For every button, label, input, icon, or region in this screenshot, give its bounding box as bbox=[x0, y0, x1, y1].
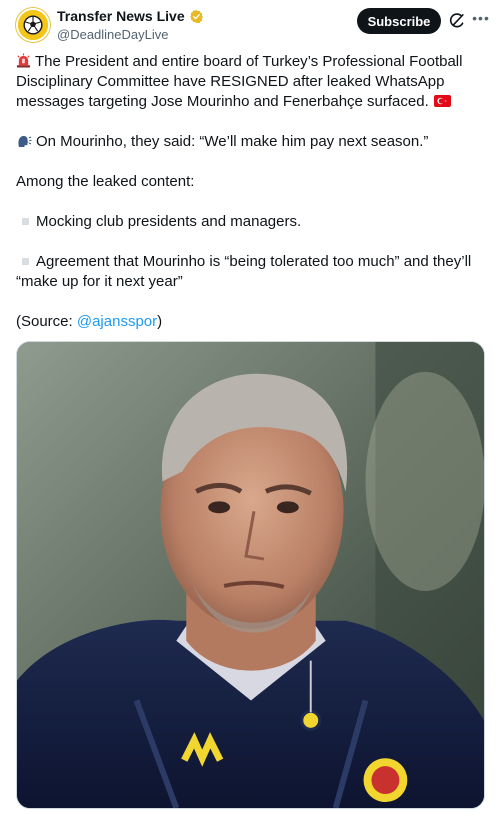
author-block[interactable]: Transfer News Live @DeadlineDayLive bbox=[57, 8, 204, 43]
tweet-photo[interactable] bbox=[16, 341, 485, 809]
tweet-header: Transfer News Live @DeadlineDayLive Subs… bbox=[0, 0, 500, 48]
speaking-head-icon bbox=[16, 133, 32, 149]
tweet-paragraph-3: Among the leaked content: bbox=[16, 173, 195, 190]
source-prefix: (Source: bbox=[16, 313, 77, 330]
bullet-icon bbox=[22, 257, 29, 265]
author-name[interactable]: Transfer News Live bbox=[57, 8, 204, 25]
more-options-icon[interactable]: ••• bbox=[470, 9, 492, 31]
bullet-1-text: Mocking club presidents and managers. bbox=[36, 213, 302, 230]
bullet-icon bbox=[22, 217, 29, 225]
verified-badge-icon bbox=[189, 9, 204, 24]
paragraph-2-text: On Mourinho, they said: “We’ll make him … bbox=[36, 133, 429, 150]
tweet-bullet-2: Agreement that Mourinho is “being tolera… bbox=[16, 252, 488, 292]
author-display-name[interactable]: Transfer News Live bbox=[57, 8, 185, 25]
bullet-2-text: Agreement that Mourinho is “being tolera… bbox=[16, 253, 472, 290]
tweet-paragraph-2: On Mourinho, they said: “We’ll make him … bbox=[16, 132, 488, 152]
grok-icon[interactable] bbox=[448, 12, 466, 30]
paragraph-1-text: The President and entire board of Turkey… bbox=[16, 53, 463, 110]
tweet-source: (Source: @ajansspor) bbox=[16, 312, 488, 332]
siren-icon bbox=[16, 53, 31, 68]
author-handle[interactable]: @DeadlineDayLive bbox=[57, 26, 204, 43]
coach-portrait-image bbox=[17, 342, 484, 808]
tweet-bullet-1: Mocking club presidents and managers. bbox=[16, 212, 488, 232]
tweet-paragraph-1: The President and entire board of Turkey… bbox=[16, 52, 488, 112]
tweet-text: The President and entire board of Turkey… bbox=[16, 52, 488, 352]
turkey-flag-icon bbox=[433, 93, 451, 107]
source-mention-link[interactable]: @ajansspor bbox=[77, 313, 157, 330]
soccer-ball-icon[interactable] bbox=[16, 8, 50, 42]
subscribe-button[interactable]: Subscribe bbox=[357, 8, 441, 34]
source-suffix: ) bbox=[157, 313, 163, 330]
